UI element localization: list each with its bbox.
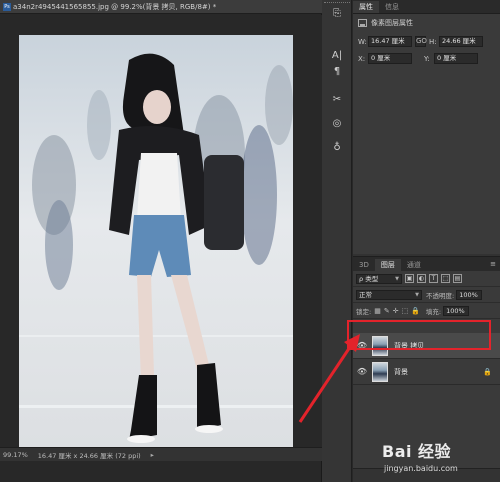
width-field[interactable]: 16.47 厘米 [368, 36, 412, 47]
watermark-url: jingyan.baidu.com [384, 464, 458, 473]
tab-channels[interactable]: 通道 [401, 259, 427, 271]
tab-layers[interactable]: 图层 [374, 259, 401, 271]
right-panels: 属性 信息 像素图层属性 W: 16.47 厘米 GO H: 24.66 厘米 … [353, 0, 500, 482]
properties-tabs: 属性 信息 [353, 0, 500, 14]
paragraph-icon[interactable]: ¶ [328, 64, 346, 80]
blend-mode-select[interactable]: 正常 ▼ [356, 289, 422, 300]
annotation-arrow [298, 334, 360, 423]
properties-heading: 像素图层属性 [358, 18, 495, 28]
fill-field[interactable]: 100% [443, 305, 470, 316]
blend-mode-value: 正常 [359, 290, 372, 299]
adjustment-filter-icon[interactable]: ◐ [417, 274, 426, 283]
lock-transparent-icon[interactable]: ▦ [374, 307, 381, 315]
fill-label: 填充: [425, 307, 442, 316]
history-icon[interactable]: ⎘ [328, 6, 346, 22]
fill-value: 100% [446, 306, 465, 315]
lock-icon: 🔒 [483, 367, 492, 376]
position-row: X: 0 厘米 Y: 0 厘米 [358, 53, 495, 64]
size-row: W: 16.47 厘米 GO H: 24.66 厘米 [358, 36, 495, 47]
photo-canvas[interactable] [19, 35, 293, 451]
zoom-level[interactable]: 99.17% [3, 451, 28, 459]
lock-all-icon[interactable]: 🔒 [411, 307, 420, 315]
y-field[interactable]: 0 厘米 [434, 53, 478, 64]
canvas-area[interactable] [0, 15, 322, 451]
document-tab[interactable]: Ps a34n2r4945441565855.jpg @ 99.2%(背景 拷贝… [0, 0, 322, 14]
status-menu-arrow-icon[interactable]: ▸ [151, 451, 154, 459]
paths-icon[interactable]: ◎ [328, 116, 346, 132]
layers-tabs: 3D 图层 通道 ≡ [353, 257, 500, 271]
layer-background[interactable]: 👁 背景 🔒 [353, 359, 500, 385]
character-icon[interactable]: A| [328, 48, 346, 64]
lock-row: 锁定: ▦ ✎ ✛ ⬚ 🔒 填充: 100% [353, 303, 500, 319]
watermark-text: Bai 经验 [382, 442, 452, 461]
properties-heading-label: 像素图层属性 [371, 19, 413, 27]
lock-position-icon[interactable]: ✛ [393, 307, 399, 315]
chevron-down-icon: ▼ [415, 291, 419, 298]
status-bar: 99.17% 16.47 厘米 x 24.66 厘米 (72 ppi) ▸ [0, 447, 322, 461]
filter-kind-value: ρ 类型 [359, 274, 379, 283]
blend-row: 正常 ▼ 不透明度: 100% [353, 287, 500, 303]
pixel-filter-icon[interactable]: ▣ [405, 274, 414, 283]
smart-object-filter-icon[interactable]: ▤ [453, 274, 462, 283]
height-field[interactable]: 24.66 厘米 [439, 36, 483, 47]
type-filter-icon[interactable]: T [429, 274, 438, 283]
x-field[interactable]: 0 厘米 [368, 53, 412, 64]
width-label: W: [358, 37, 367, 46]
properties-panel: 像素图层属性 W: 16.47 厘米 GO H: 24.66 厘米 X: 0 厘… [353, 14, 500, 254]
panel-menu-icon[interactable]: ≡ [490, 260, 496, 268]
chevron-down-icon: ▼ [395, 275, 399, 282]
opacity-value: 100% [459, 290, 478, 299]
photoshop-icon: Ps [3, 2, 11, 11]
filter-row: ρ 类型 ▼ ▣ ◐ T ⬚ ▤ [353, 271, 500, 287]
height-label: H: [429, 37, 437, 46]
opacity-label: 不透明度: [426, 291, 455, 300]
lightbulb-icon[interactable]: ♁ [328, 140, 346, 156]
lock-label: 锁定: [356, 307, 372, 316]
document-window: Ps a34n2r4945441565855.jpg @ 99.2%(背景 拷贝… [0, 0, 322, 482]
link-icon[interactable]: GO [415, 36, 427, 47]
tab-properties[interactable]: 属性 [353, 1, 379, 13]
document-title: a34n2r4945441565855.jpg @ 99.2%(背景 拷贝, R… [13, 2, 217, 11]
document-size-info: 16.47 厘米 x 24.66 厘米 (72 ppi) [37, 451, 141, 460]
x-label: X: [358, 54, 366, 63]
lock-image-icon[interactable]: ✎ [384, 307, 390, 315]
layer-thumbnail [372, 361, 388, 382]
opacity-field[interactable]: 100% [456, 289, 483, 300]
pixel-layer-icon [358, 19, 367, 27]
shape-filter-icon[interactable]: ⬚ [441, 274, 450, 283]
filter-kind-select[interactable]: ρ 类型 ▼ [356, 273, 402, 284]
layer-name: 背景 [394, 367, 408, 376]
y-label: Y: [424, 54, 430, 63]
tab-3d[interactable]: 3D [353, 259, 375, 271]
lock-artboard-icon[interactable]: ⬚ [402, 307, 409, 315]
baidu-watermark: Bai 经验 jingyan.baidu.com [382, 424, 500, 482]
tab-info[interactable]: 信息 [379, 1, 405, 13]
scissors-icon[interactable]: ✂ [328, 92, 346, 108]
dock-grip[interactable] [324, 2, 350, 5]
